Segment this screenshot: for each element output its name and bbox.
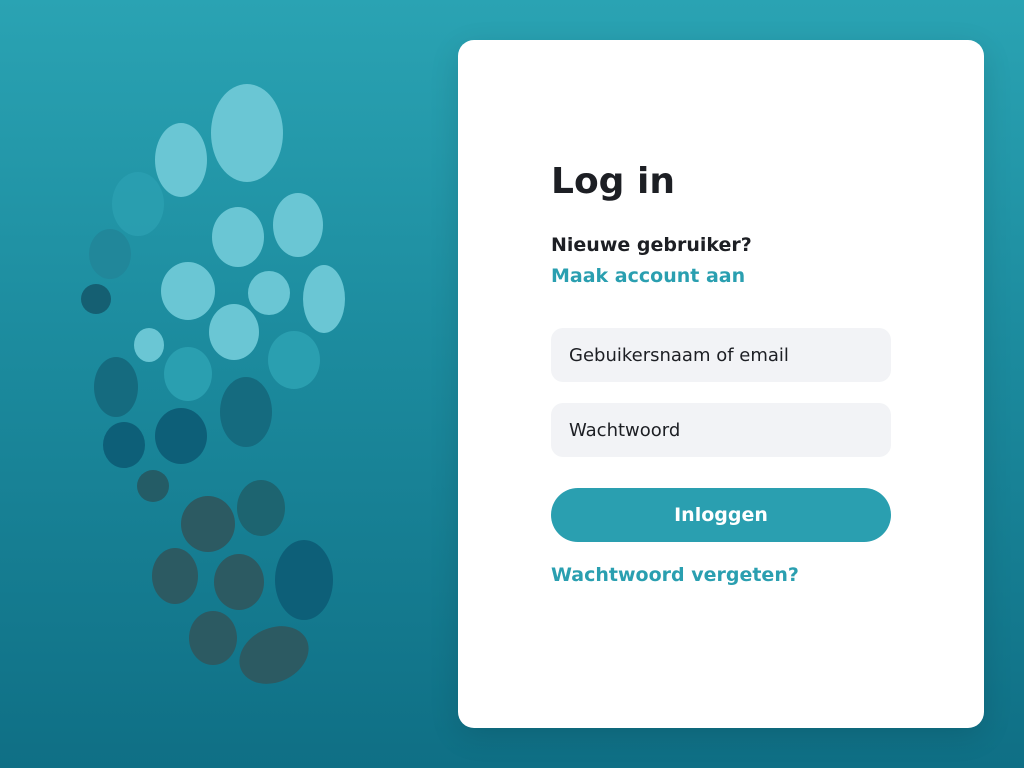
create-account-link[interactable]: Maak account aan: [551, 263, 745, 289]
login-button[interactable]: Inloggen: [551, 488, 891, 542]
forgot-password-link[interactable]: Wachtwoord vergeten?: [551, 562, 799, 588]
footprint-dots-illustration: [81, 84, 345, 684]
page-title: Log in: [551, 161, 675, 202]
new-user-text: Nieuwe gebruiker?: [551, 234, 752, 256]
username-input[interactable]: [551, 328, 891, 382]
password-input[interactable]: [551, 403, 891, 457]
login-card: Log in Nieuwe gebruiker? Maak account aa…: [458, 40, 984, 728]
